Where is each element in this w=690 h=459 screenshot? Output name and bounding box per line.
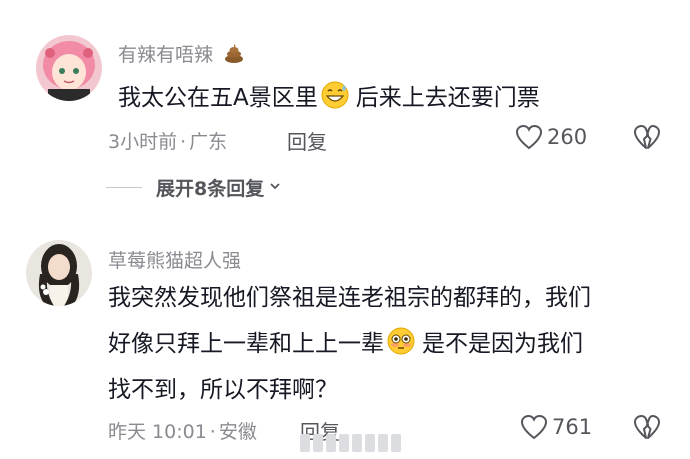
watermark-mark [352,434,362,452]
watermark-overlay [300,428,410,458]
watermark-mark [339,434,349,452]
heart-icon [520,414,548,440]
flushed-emoji-icon [386,326,416,356]
watermark-mark [365,434,375,452]
comment-item: 草莓熊猫超人强 我突然发现他们祭祖是连老祖宗的都拜的，我们 好像只拜上一辈和上上… [0,0,690,459]
watermark-mark [313,434,323,452]
watermark-mark [300,434,310,452]
meta-separator: · [209,421,216,443]
like-button[interactable]: 761 [520,414,592,440]
comment-text-line: 好像只拜上一辈和上上一辈 是不是因为我们 [108,321,591,367]
avatar[interactable] [26,240,92,306]
broken-heart-icon [633,414,661,440]
comment-text-line: 我突然发现他们祭祖是连老祖宗的都拜的，我们 [108,285,591,311]
comment-text: 我突然发现他们祭祖是连老祖宗的都拜的，我们 好像只拜上一辈和上上一辈 是不是因为… [108,275,591,413]
username[interactable]: 草莓熊猫超人强 [108,246,241,273]
like-count: 761 [552,415,593,439]
comment-meta: 昨天 10:01 · 安徽 [108,417,257,444]
comment-text-part: 是不是因为我们 [422,331,583,357]
comment-text-line: 找不到，所以不拜啊？ [108,377,338,403]
watermark-mark [391,434,401,452]
watermark-mark [378,434,388,452]
comment-text-part: 好像只拜上一辈和上上一辈 [108,331,384,357]
dislike-button[interactable] [633,414,661,440]
comment-location: 安徽 [218,421,257,443]
watermark-mark [326,434,336,452]
comment-time: 昨天 10:01 [108,421,207,443]
